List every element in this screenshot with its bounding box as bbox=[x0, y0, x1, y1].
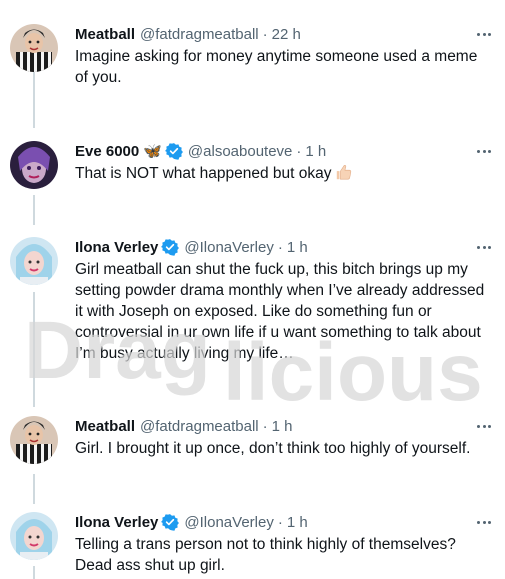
avatar-ilona-verley[interactable] bbox=[10, 512, 58, 560]
avatar-meatball[interactable] bbox=[10, 416, 58, 464]
author-name[interactable]: Ilona Verley bbox=[75, 514, 158, 531]
timestamp[interactable]: 1 h bbox=[287, 514, 308, 531]
thread-line bbox=[33, 566, 35, 579]
timestamp[interactable]: 22 h bbox=[272, 26, 301, 43]
author-handle[interactable]: @IlonaVerley bbox=[184, 239, 273, 256]
avatar-eve-6000[interactable] bbox=[10, 141, 58, 189]
thread-line bbox=[33, 292, 35, 407]
more-options-icon[interactable] bbox=[477, 239, 491, 255]
separator: · bbox=[277, 238, 283, 256]
timestamp[interactable]: 1 h bbox=[272, 418, 293, 435]
verified-badge-icon bbox=[161, 238, 180, 256]
author-handle[interactable]: @alsoabouteve bbox=[188, 143, 292, 160]
author-name[interactable]: Meatball bbox=[75, 26, 135, 43]
author-name[interactable]: Meatball bbox=[75, 418, 135, 435]
more-options-icon[interactable] bbox=[477, 514, 491, 530]
tweet-text: Imagine asking for money anytime someone… bbox=[75, 48, 478, 86]
verified-badge-icon bbox=[161, 513, 180, 531]
author-name[interactable]: Eve 6000 bbox=[75, 143, 139, 160]
more-options-icon[interactable] bbox=[477, 418, 491, 434]
timestamp[interactable]: 1 h bbox=[305, 143, 326, 160]
author-handle[interactable]: @fatdragmeatball bbox=[140, 26, 259, 43]
avatar-meatball[interactable] bbox=[10, 24, 58, 72]
tweet-text: That is NOT what happened but okay bbox=[75, 165, 332, 182]
butterfly-emoji: 🦋 bbox=[143, 143, 162, 160]
separator: · bbox=[277, 513, 283, 531]
tweet-text: Girl meatball can shut the fuck up, this… bbox=[75, 261, 485, 362]
thread-line bbox=[33, 68, 35, 128]
separator: · bbox=[262, 417, 268, 435]
thread-line bbox=[33, 474, 35, 504]
author-name[interactable]: Ilona Verley bbox=[75, 239, 158, 256]
tweet-text: Telling a trans person not to think high… bbox=[75, 536, 456, 574]
verified-badge-icon bbox=[164, 142, 183, 160]
author-handle[interactable]: @IlonaVerley bbox=[184, 514, 273, 531]
thumbs-up-icon bbox=[335, 163, 353, 187]
avatar-ilona-verley[interactable] bbox=[10, 237, 58, 285]
timestamp[interactable]: 1 h bbox=[287, 239, 308, 256]
tweet-text-container: That is NOT what happened but okay bbox=[75, 163, 490, 187]
more-options-icon[interactable] bbox=[477, 26, 491, 42]
separator: · bbox=[262, 25, 268, 43]
author-handle[interactable]: @fatdragmeatball bbox=[140, 418, 259, 435]
thread-line bbox=[33, 195, 35, 225]
separator: · bbox=[296, 142, 302, 160]
more-options-icon[interactable] bbox=[477, 143, 491, 159]
tweet-text: Girl. I brought it up once, don’t think … bbox=[75, 440, 471, 457]
